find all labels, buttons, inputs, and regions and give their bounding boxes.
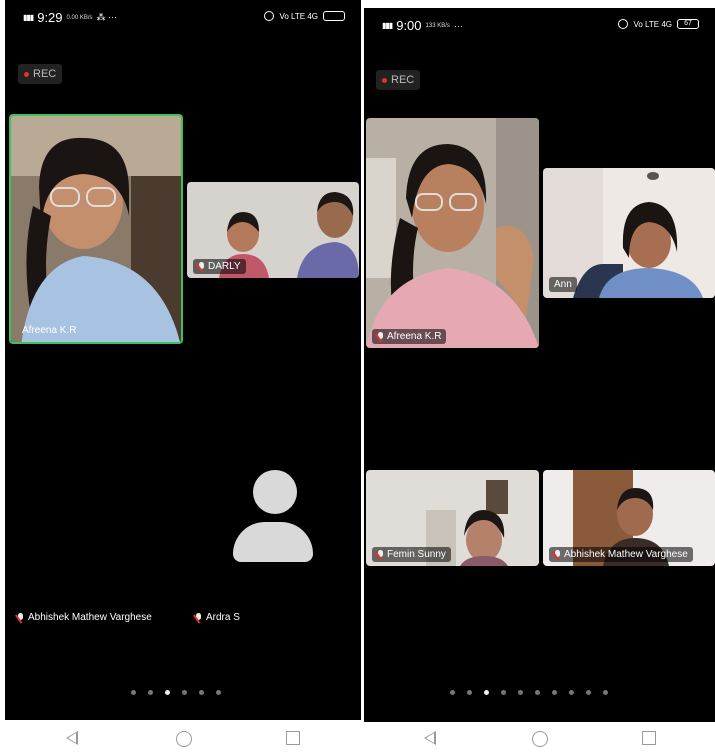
participant-name-tag: Ann bbox=[549, 277, 577, 292]
audio-participant[interactable]: Ardra S bbox=[195, 612, 240, 623]
status-bar: ▮▮▮ 9:00 133 KB/s ··· Vo LTE 4G 67 bbox=[364, 16, 715, 36]
participant-name-tag: Femin Sunny bbox=[372, 547, 451, 562]
video-tile-afreena[interactable]: Afreena K.R bbox=[9, 114, 183, 344]
page-dot[interactable] bbox=[199, 690, 204, 695]
participant-name: DARLY bbox=[208, 261, 241, 272]
participant-name: Abhishek Mathew Varghese bbox=[28, 612, 152, 623]
page-dot[interactable] bbox=[182, 690, 187, 695]
participant-name: Abhishek Mathew Varghese bbox=[564, 549, 688, 560]
page-dot[interactable] bbox=[569, 690, 574, 695]
battery-icon bbox=[323, 11, 345, 21]
video-tile-afreena[interactable]: Afreena K.R bbox=[366, 118, 539, 348]
page-dot[interactable] bbox=[552, 690, 557, 695]
participant-name-tag: Afreena K.R bbox=[372, 329, 447, 344]
participant-video bbox=[11, 116, 181, 342]
page-dot-active[interactable] bbox=[484, 690, 489, 695]
page-dot[interactable] bbox=[586, 690, 591, 695]
recents-icon[interactable] bbox=[642, 731, 656, 745]
page-dot[interactable] bbox=[148, 690, 153, 695]
network-type: Vo LTE 4G bbox=[279, 11, 318, 21]
back-icon[interactable] bbox=[424, 731, 436, 745]
navigation-bars bbox=[0, 722, 715, 756]
recents-icon[interactable] bbox=[286, 731, 300, 745]
left-phone-screen: ▮▮▮ 9:29 0.00 KB/s ⁂ ··· Vo LTE 4G REC A… bbox=[5, 0, 361, 720]
recording-indicator: REC bbox=[376, 70, 421, 90]
page-dot[interactable] bbox=[518, 690, 523, 695]
page-dot-active[interactable] bbox=[165, 690, 170, 695]
avatar-head-icon bbox=[253, 470, 297, 514]
page-dot[interactable] bbox=[467, 690, 472, 695]
status-extra: ··· bbox=[453, 20, 463, 31]
status-extra: ⁂ ··· bbox=[96, 12, 118, 22]
participant-name: Ann bbox=[554, 279, 572, 290]
page-dot[interactable] bbox=[535, 690, 540, 695]
clock: 9:00 bbox=[396, 18, 422, 33]
network-type: Vo LTE 4G bbox=[633, 19, 672, 29]
video-tile-femin-sunny[interactable]: Femin Sunny bbox=[366, 470, 539, 566]
recording-indicator: REC bbox=[18, 64, 63, 84]
participant-name: Femin Sunny bbox=[387, 549, 446, 560]
mic-muted-icon bbox=[377, 549, 384, 560]
page-indicator[interactable] bbox=[131, 690, 221, 695]
right-phone-screen: ▮▮▮ 9:00 133 KB/s ··· Vo LTE 4G 67 REC A… bbox=[364, 8, 715, 728]
back-icon[interactable] bbox=[66, 731, 78, 745]
status-bar: ▮▮▮ 9:29 0.00 KB/s ⁂ ··· Vo LTE 4G bbox=[5, 8, 361, 28]
video-tile-abhishek[interactable]: Abhishek Mathew Varghese bbox=[543, 470, 715, 566]
page-indicator[interactable] bbox=[450, 690, 608, 695]
mic-muted-icon bbox=[198, 261, 205, 272]
participant-name: Ardra S bbox=[206, 612, 240, 623]
mic-muted-icon bbox=[377, 331, 384, 342]
signal-icon: ▮▮▮ bbox=[23, 12, 34, 22]
alarm-icon bbox=[264, 11, 275, 21]
page-dot[interactable] bbox=[603, 690, 608, 695]
avatar-body-icon bbox=[233, 522, 313, 562]
rec-label: REC bbox=[391, 74, 415, 86]
page-dot[interactable] bbox=[450, 690, 455, 695]
page-dot[interactable] bbox=[216, 690, 221, 695]
participant-name: Afreena K.R bbox=[387, 331, 442, 342]
battery-icon: 67 bbox=[677, 19, 699, 29]
rec-dot-icon bbox=[382, 77, 387, 83]
home-icon[interactable] bbox=[532, 731, 548, 747]
network-speed: 133 KB/s bbox=[425, 22, 450, 29]
page-dot[interactable] bbox=[501, 690, 506, 695]
mic-muted-icon bbox=[554, 549, 561, 560]
mic-muted-icon bbox=[17, 612, 24, 623]
avatar-placeholder bbox=[231, 470, 315, 566]
audio-participant[interactable]: Abhishek Mathew Varghese bbox=[17, 612, 152, 623]
page-dot[interactable] bbox=[131, 690, 136, 695]
clock: 9:29 bbox=[37, 10, 63, 25]
signal-icon: ▮▮▮ bbox=[382, 20, 393, 30]
rec-dot-icon bbox=[24, 71, 29, 77]
participant-name-tag: Afreena K.R bbox=[17, 323, 81, 338]
participant-name-tag: DARLY bbox=[193, 259, 246, 274]
participant-video bbox=[366, 118, 539, 348]
rec-label: REC bbox=[33, 68, 57, 80]
video-tile-darly[interactable]: DARLY bbox=[187, 182, 359, 278]
network-speed: 0.00 KB/s bbox=[66, 14, 93, 21]
mic-muted-icon bbox=[195, 612, 202, 623]
alarm-icon bbox=[618, 19, 629, 29]
video-tile-ann[interactable]: Ann bbox=[543, 168, 715, 298]
participant-name: Afreena K.R bbox=[22, 325, 77, 336]
home-icon[interactable] bbox=[176, 731, 192, 747]
participant-name-tag: Abhishek Mathew Varghese bbox=[549, 547, 693, 562]
